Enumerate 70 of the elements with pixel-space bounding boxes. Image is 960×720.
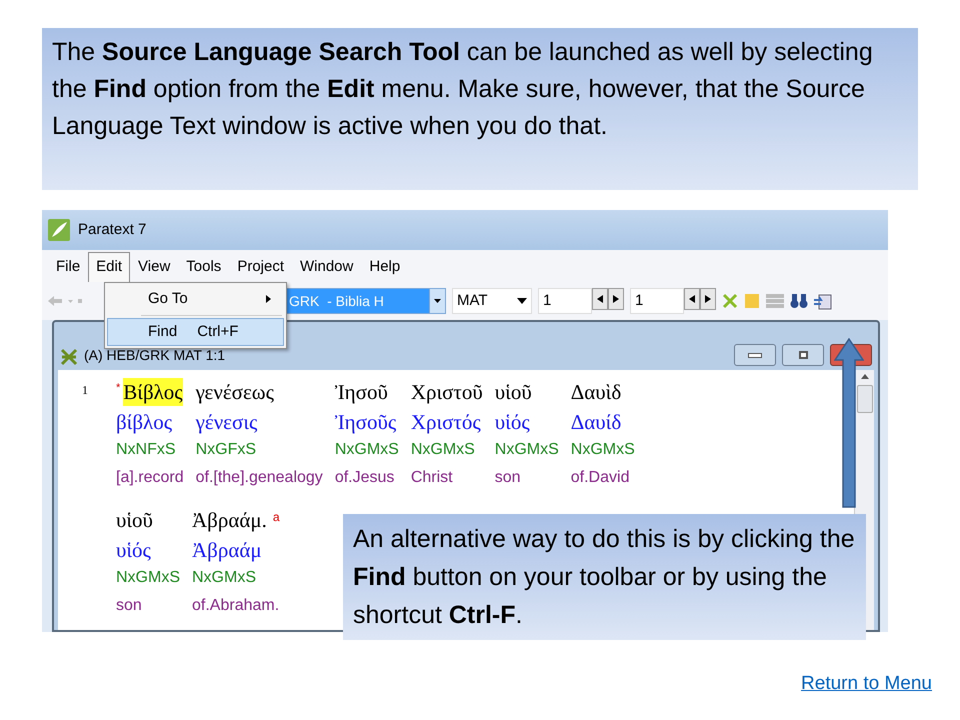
lemma: γένεσις: [196, 409, 258, 436]
dropdown-caret-icon: [434, 299, 441, 303]
greek-word: Δαυὶδ: [570, 379, 622, 406]
gloss: Christ: [410, 468, 454, 488]
morphology-code: NxGMxS: [192, 568, 257, 588]
morphology-code: NxNFxS: [116, 440, 177, 460]
book-dropdown[interactable]: MAT: [452, 288, 532, 314]
greek-word: Βίβλος: [123, 378, 183, 406]
document-swap-icon[interactable]: [814, 292, 832, 310]
menu-item[interactable]: File: [48, 252, 88, 282]
lemma: βίβλος: [116, 409, 174, 436]
morphology-code: NxGMxS: [410, 440, 476, 460]
footnote-marker: a: [272, 509, 280, 526]
note-marker: *: [116, 381, 120, 396]
chapter-field[interactable]: 1: [538, 288, 592, 314]
right-arrow-button[interactable]: [608, 288, 624, 310]
greek-word: υἱοῦ: [116, 507, 153, 534]
window-title: Paratext 7: [78, 220, 146, 240]
menu-item[interactable]: View: [130, 252, 178, 282]
left-arrow-button[interactable]: [592, 288, 608, 310]
text-window-title: (A) HEB/GRK MAT 1:1: [84, 346, 226, 365]
greek-word: υἱοῦ: [494, 379, 532, 406]
restore-button[interactable]: [782, 344, 824, 366]
greek-word: Ἰησοῦ: [334, 379, 388, 406]
shortcut-text: Ctrl+F: [197, 322, 238, 342]
left-triangle-icon: [689, 295, 695, 303]
menu-option[interactable]: Find Ctrl+F: [107, 318, 284, 346]
menu-item[interactable]: Project: [229, 252, 292, 282]
morphology-code: NxGMxS: [494, 440, 559, 460]
tip-text: An alternative way to do this is by clicking the Find button on your toolbar or by using the shortcut Ctrl-F.: [353, 524, 856, 631]
lemma: υἱός: [494, 409, 531, 436]
morphology-code: NxGMxS: [116, 568, 180, 588]
gloss: of.David: [570, 468, 630, 488]
lemma: υἱός: [116, 537, 152, 564]
gloss: [a].record: [116, 468, 184, 488]
right-arrow-button[interactable]: [700, 288, 716, 310]
minimize-button[interactable]: [734, 344, 776, 366]
menu-item[interactable]: Tools: [178, 252, 230, 282]
gloss: son: [116, 596, 143, 616]
gloss: son: [494, 468, 522, 488]
verse-number: 1: [82, 383, 88, 397]
lemma: Δαυίδ: [570, 409, 622, 436]
morphology-code: NxGFxS: [196, 440, 258, 460]
lemma: Ἀβραάμ: [192, 537, 263, 564]
scroll-up-icon[interactable]: [860, 374, 868, 379]
lemma: Ἰησοῦς: [334, 409, 398, 436]
gloss: of.Abraham.: [192, 596, 280, 616]
gloss: of.[the].genealogy: [196, 468, 323, 488]
menu-option[interactable]: Go To: [107, 285, 284, 313]
left-triangle-icon: [597, 295, 603, 303]
binoculars-icon[interactable]: [790, 294, 808, 308]
dropdown-caret-icon: [517, 298, 527, 304]
left-arrow-button[interactable]: [684, 288, 700, 310]
verse-field[interactable]: 1: [630, 288, 684, 314]
menu-item[interactable]: Edit: [88, 252, 130, 282]
instruction-text: The Source Language Search Tool can be launched as well by selecting the Find option from the Edit menu. Make sure, however, that the Source Language Text window is active when you do that.: [52, 37, 874, 142]
leaf-icon: [48, 219, 70, 241]
greek-word: Ἀβραάμ.: [192, 507, 267, 534]
morphology-code: NxGMxS: [334, 440, 399, 460]
greek-word: γενέσεως: [196, 379, 274, 406]
morphology-code: NxGMxS: [570, 440, 635, 460]
lemma: Χριστός: [410, 409, 482, 436]
return-link[interactable]: Return to Menu: [801, 670, 932, 698]
right-triangle-icon: [613, 295, 619, 303]
right-triangle-icon: [705, 295, 711, 303]
menu-item[interactable]: Window: [292, 252, 362, 282]
interlinear-icon: [60, 348, 78, 366]
greek-word: Χριστοῦ: [410, 379, 483, 406]
gloss: of.Jesus: [334, 468, 396, 488]
menu-item[interactable]: Help: [361, 252, 408, 282]
